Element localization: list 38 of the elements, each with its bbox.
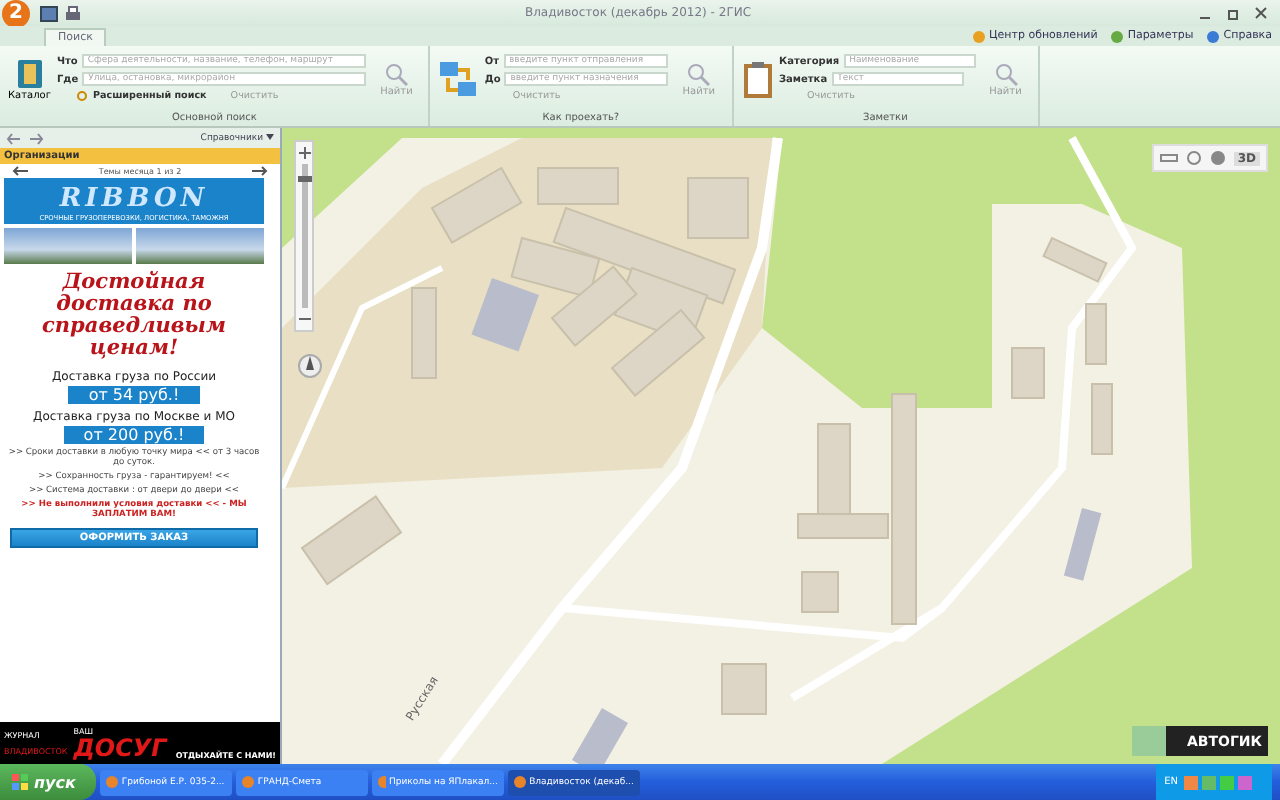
- app-icon: [241, 776, 254, 788]
- circle-icon: [1205, 29, 1220, 43]
- photo-placeholder: [4, 228, 132, 264]
- ruler-icon[interactable]: [1159, 152, 1178, 164]
- globe-icon[interactable]: [1185, 150, 1202, 166]
- brand-logo: RIBBON: [59, 184, 209, 214]
- app-icon: [105, 776, 118, 788]
- ad-headline: Достойная доставка по справедливым ценам!: [40, 272, 228, 360]
- previous-icon[interactable]: [12, 166, 28, 176]
- zoom-out-icon[interactable]: [297, 312, 311, 326]
- clipboard-icon: [741, 59, 773, 99]
- photo-placeholder: [136, 228, 264, 264]
- price-badge: от 200 руб.!: [63, 426, 205, 444]
- app-icon: [377, 776, 385, 788]
- close-button[interactable]: [1250, 6, 1272, 20]
- print-icon[interactable]: [64, 5, 82, 21]
- banner-title: ДОСУГ: [73, 736, 167, 760]
- back-icon[interactable]: [6, 131, 22, 145]
- next-icon[interactable]: [252, 166, 268, 176]
- book-icon: [15, 57, 44, 89]
- windows-flag-icon: [12, 774, 28, 790]
- restore-icon: [1226, 6, 1240, 20]
- price-badge: от 54 руб.!: [68, 386, 200, 404]
- save-icon[interactable]: [40, 5, 58, 21]
- app-icon: [513, 776, 526, 788]
- app-logo[interactable]: 2: [2, 0, 30, 27]
- route-icon: [438, 59, 479, 99]
- zoom-in-icon[interactable]: [297, 146, 311, 160]
- zoom-slider-thumb[interactable]: [297, 175, 311, 182]
- forward-icon[interactable]: [28, 131, 44, 145]
- start-button[interactable]: пуск: [0, 764, 96, 800]
- circle-icon: [971, 29, 986, 43]
- circle-icon: [1109, 29, 1124, 43]
- zoom-slider[interactable]: [301, 164, 307, 308]
- caret-icon: [266, 133, 274, 139]
- close-icon: [1254, 6, 1268, 20]
- layers-icon[interactable]: [1209, 150, 1226, 166]
- restore-button[interactable]: [1222, 6, 1244, 20]
